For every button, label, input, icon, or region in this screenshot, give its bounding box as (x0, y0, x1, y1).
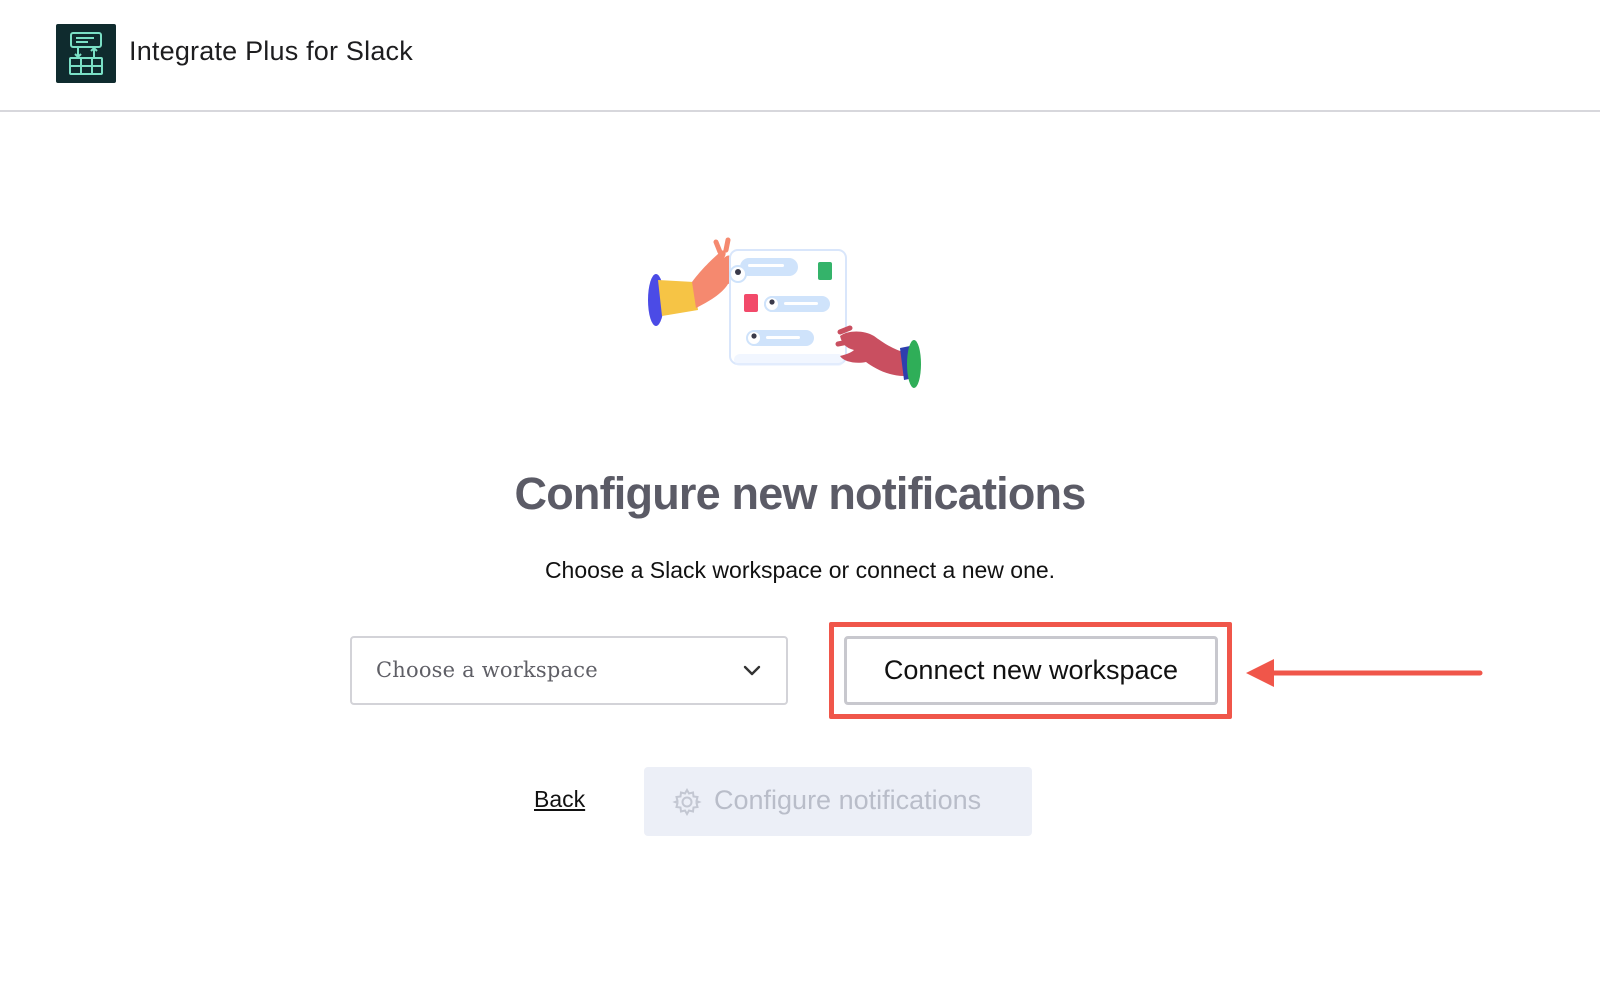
gear-icon (672, 787, 702, 817)
left-arrow-icon (1246, 659, 1483, 687)
workspace-select-placeholder: Choose a workspace (376, 658, 598, 682)
connect-new-workspace-button[interactable]: Connect new workspace (844, 636, 1218, 705)
sheet-sync-icon (56, 24, 116, 83)
page-subtitle: Choose a Slack workspace or connect a ne… (544, 557, 1056, 583)
chevron-down-icon (743, 665, 761, 676)
workspace-select[interactable]: Choose a workspace (350, 636, 788, 705)
back-link[interactable]: Back (534, 786, 585, 813)
app-title: Integrate Plus for Slack (129, 36, 413, 66)
configure-notifications-button[interactable]: Configure notifications (644, 767, 1032, 836)
configure-notifications-label: Configure notifications (714, 785, 982, 815)
page-title: Configure new notifications (514, 468, 1087, 519)
hands-exchanging-chat-window-illustration (642, 236, 928, 396)
app-header: Integrate Plus for Slack (0, 0, 1600, 112)
